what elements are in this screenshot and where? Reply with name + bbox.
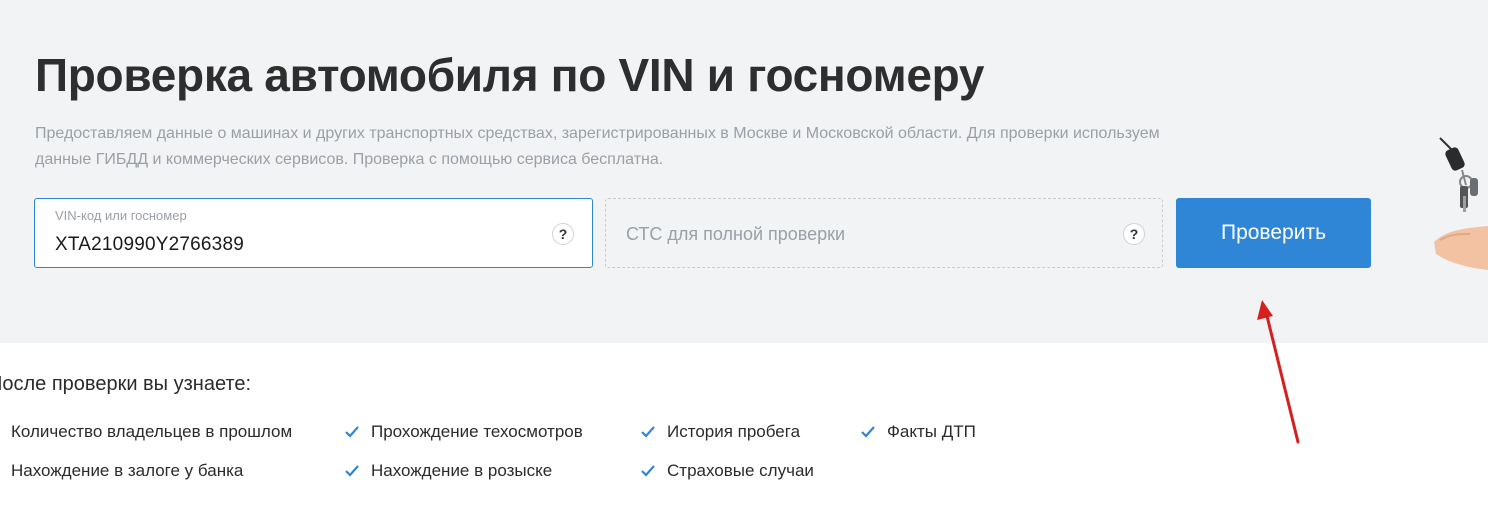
after-check-title: После проверки вы узнаете: xyxy=(0,373,252,395)
check-button[interactable]: Проверить xyxy=(1176,198,1371,268)
check-icon xyxy=(641,426,655,438)
keys-in-hand-illustration xyxy=(1434,137,1488,270)
sts-input-placeholder: СТС для полной проверки xyxy=(626,224,846,244)
vin-help-icon[interactable]: ? xyxy=(552,223,574,245)
page-title: Проверка автомобиля по VIN и госномеру xyxy=(35,49,985,101)
sts-help-icon[interactable]: ? xyxy=(1123,223,1145,245)
check-icon xyxy=(345,465,359,477)
feature-item: Нахождение в залоге у банка xyxy=(0,461,243,481)
feature-label: Страховые случаи xyxy=(667,461,814,480)
vin-input-label: VIN-код или госномер xyxy=(55,208,187,223)
check-icon xyxy=(861,426,875,438)
feature-label: Прохождение техосмотров xyxy=(371,422,583,441)
feature-label: Количество владельцев в прошлом xyxy=(11,422,293,441)
feature-item: Прохождение техосмотров xyxy=(345,422,583,442)
feature-label: Нахождение в розыске xyxy=(371,461,553,480)
check-icon xyxy=(641,465,655,477)
sts-input-field[interactable]: СТС для полной проверки ? xyxy=(605,198,1163,268)
feature-item: Нахождение в розыске xyxy=(345,461,552,481)
feature-label: Факты ДТП xyxy=(887,422,976,441)
red-arrow-annotation xyxy=(1257,300,1300,444)
feature-label: История пробега xyxy=(667,422,801,441)
page-subtitle: Предоставляем данные о машинах и других … xyxy=(35,125,1160,168)
feature-item: Количество владельцев в прошлом xyxy=(0,422,292,442)
feature-item: История пробега xyxy=(641,422,800,442)
feature-item: Страховые случаи xyxy=(641,461,814,481)
feature-label: Нахождение в залоге у банка xyxy=(11,461,244,480)
vin-input-value[interactable]: XTA210990Y2766389 xyxy=(55,234,244,256)
check-icon xyxy=(345,426,359,438)
vin-input-field[interactable]: VIN-код или госномер XTA210990Y2766389 ? xyxy=(34,198,593,268)
feature-item: Факты ДТП xyxy=(861,422,976,442)
